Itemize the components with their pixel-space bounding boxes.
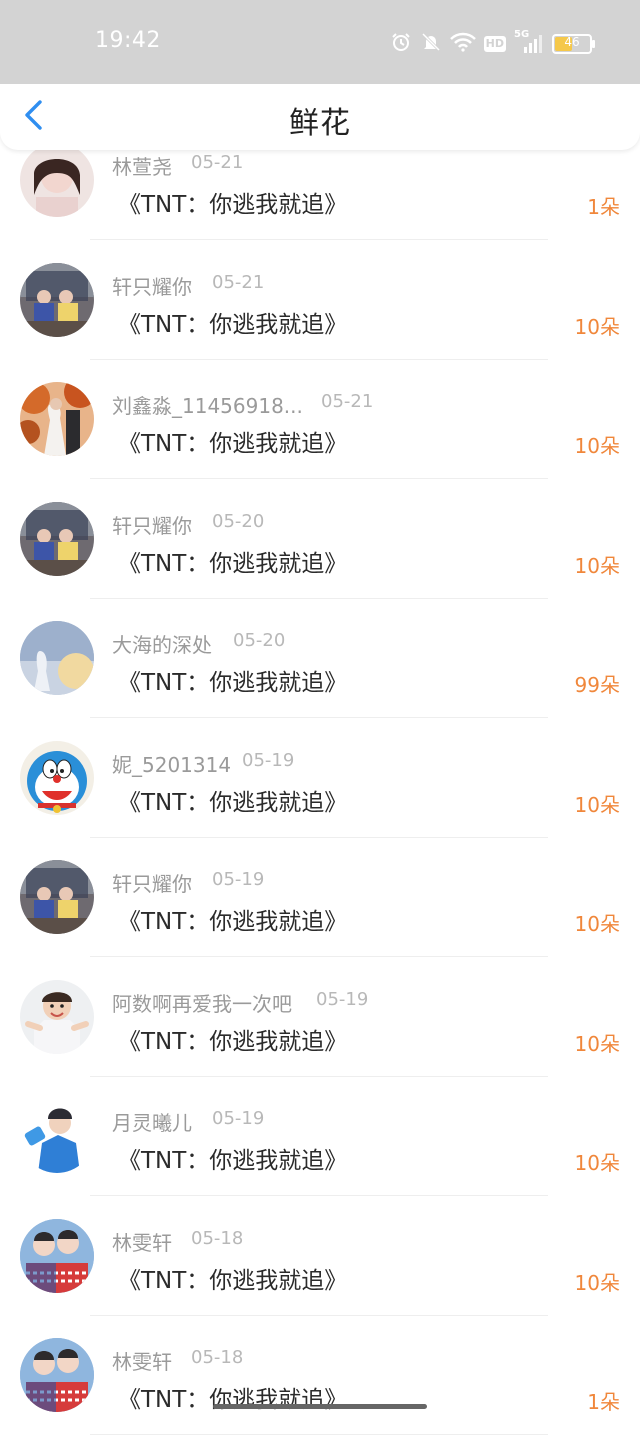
list-item[interactable]: 月灵曦儿 05-19 《TNT：你逃我就追》 10朵 — [0, 1077, 640, 1196]
list-item[interactable]: 林雯轩 05-18 《TNT：你逃我就追》 1朵 — [0, 1316, 640, 1435]
mute-bell-icon — [420, 31, 442, 57]
avatar[interactable] — [20, 860, 94, 934]
gift-date: 05-19 — [212, 869, 265, 890]
flower-count: 10朵 — [574, 554, 620, 578]
user-name[interactable]: 轩只耀你 — [112, 271, 192, 300]
flower-count: 10朵 — [574, 912, 620, 936]
row-divider — [90, 478, 548, 479]
flower-count: 10朵 — [574, 1271, 620, 1295]
work-title[interactable]: 《TNT：你逃我就追》 — [118, 424, 347, 458]
list-item[interactable]: 大海的深处 05-20 《TNT：你逃我就追》 99朵 — [0, 599, 640, 718]
gift-date: 05-19 — [316, 989, 369, 1010]
work-title[interactable]: 《TNT：你逃我就追》 — [118, 783, 347, 817]
work-title[interactable]: 《TNT：你逃我就追》 — [118, 544, 347, 578]
work-title[interactable]: 《TNT：你逃我就追》 — [118, 663, 347, 697]
avatar[interactable] — [20, 263, 94, 337]
user-name[interactable]: 阿数啊再爱我一次吧 — [112, 988, 292, 1017]
gift-date: 05-21 — [212, 272, 265, 293]
user-name[interactable]: 妮_5201314 — [112, 749, 231, 778]
avatar[interactable] — [20, 980, 94, 1054]
work-title[interactable]: 《TNT：你逃我就追》 — [118, 1261, 347, 1295]
status-icons: HD 5G 46 — [390, 29, 595, 58]
wifi-icon — [449, 32, 476, 56]
list-item[interactable]: 阿数啊再爱我一次吧 05-19 《TNT：你逃我就追》 10朵 — [0, 958, 640, 1077]
hd-badge: HD — [483, 36, 506, 52]
avatar[interactable] — [20, 741, 94, 815]
work-title[interactable]: 《TNT：你逃我就追》 — [118, 1141, 347, 1175]
user-name[interactable]: 刘鑫淼_11456918... — [112, 390, 303, 419]
user-name[interactable]: 月灵曦儿 — [112, 1107, 192, 1136]
battery-level: 46 — [564, 35, 580, 49]
user-name[interactable]: 林雯轩 — [112, 1346, 172, 1375]
alarm-icon — [390, 31, 412, 57]
flower-count: 1朵 — [587, 195, 620, 219]
battery-icon: 46 — [552, 34, 595, 54]
list-item[interactable]: 刘鑫淼_11456918... 05-21 《TNT：你逃我就追》 10朵 — [0, 360, 640, 479]
gift-date: 05-19 — [242, 750, 295, 771]
status-time: 19:42 — [95, 28, 161, 53]
work-title[interactable]: 《TNT：你逃我就追》 — [118, 305, 347, 339]
work-title[interactable]: 《TNT：你逃我就追》 — [118, 902, 347, 936]
avatar[interactable] — [20, 382, 94, 456]
gift-date: 05-20 — [233, 630, 286, 651]
work-title[interactable]: 《TNT：你逃我就追》 — [118, 185, 347, 219]
user-name[interactable]: 轩只耀你 — [112, 868, 192, 897]
row-divider — [90, 239, 548, 240]
user-name[interactable]: 轩只耀你 — [112, 510, 192, 539]
gift-date: 05-20 — [212, 511, 265, 532]
gift-date: 05-18 — [191, 1347, 244, 1368]
flower-count: 10朵 — [574, 793, 620, 817]
flower-count: 10朵 — [574, 315, 620, 339]
list-item[interactable]: 轩只耀你 05-21 《TNT：你逃我就追》 10朵 — [0, 241, 640, 360]
flower-count: 10朵 — [574, 1151, 620, 1175]
row-divider — [90, 956, 548, 957]
gift-date: 05-18 — [191, 1228, 244, 1249]
status-bar: 19:42 HD 5G 46 — [0, 0, 640, 84]
avatar[interactable] — [20, 1219, 94, 1293]
avatar[interactable] — [20, 621, 94, 695]
flower-count: 10朵 — [574, 1032, 620, 1056]
list-item[interactable]: 林雯轩 05-18 《TNT：你逃我就追》 10朵 — [0, 1197, 640, 1316]
avatar[interactable] — [20, 1338, 94, 1412]
signal-icon: 5G — [514, 29, 544, 55]
avatar[interactable] — [20, 143, 94, 217]
page-title: 鲜花 — [289, 106, 351, 141]
row-divider — [90, 1195, 548, 1196]
home-indicator[interactable] — [213, 1404, 427, 1409]
gift-date: 05-19 — [212, 1108, 265, 1129]
list-item[interactable]: 妮_5201314 05-19 《TNT：你逃我就追》 10朵 — [0, 719, 640, 838]
flower-count: 1朵 — [587, 1390, 620, 1414]
list-item[interactable]: 轩只耀你 05-20 《TNT：你逃我就追》 10朵 — [0, 480, 640, 599]
list-item[interactable]: 轩只耀你 05-19 《TNT：你逃我就追》 10朵 — [0, 838, 640, 957]
user-name[interactable]: 林萱尧 — [112, 151, 172, 180]
gift-date: 05-21 — [191, 152, 244, 173]
user-name[interactable]: 林雯轩 — [112, 1227, 172, 1256]
row-divider — [90, 717, 548, 718]
gift-date: 05-21 — [321, 391, 374, 412]
user-name[interactable]: 大海的深处 — [112, 629, 212, 658]
flower-count: 99朵 — [574, 673, 620, 697]
avatar[interactable] — [20, 502, 94, 576]
flower-count: 10朵 — [574, 434, 620, 458]
avatar[interactable] — [20, 1099, 94, 1173]
work-title[interactable]: 《TNT：你逃我就追》 — [118, 1022, 347, 1056]
